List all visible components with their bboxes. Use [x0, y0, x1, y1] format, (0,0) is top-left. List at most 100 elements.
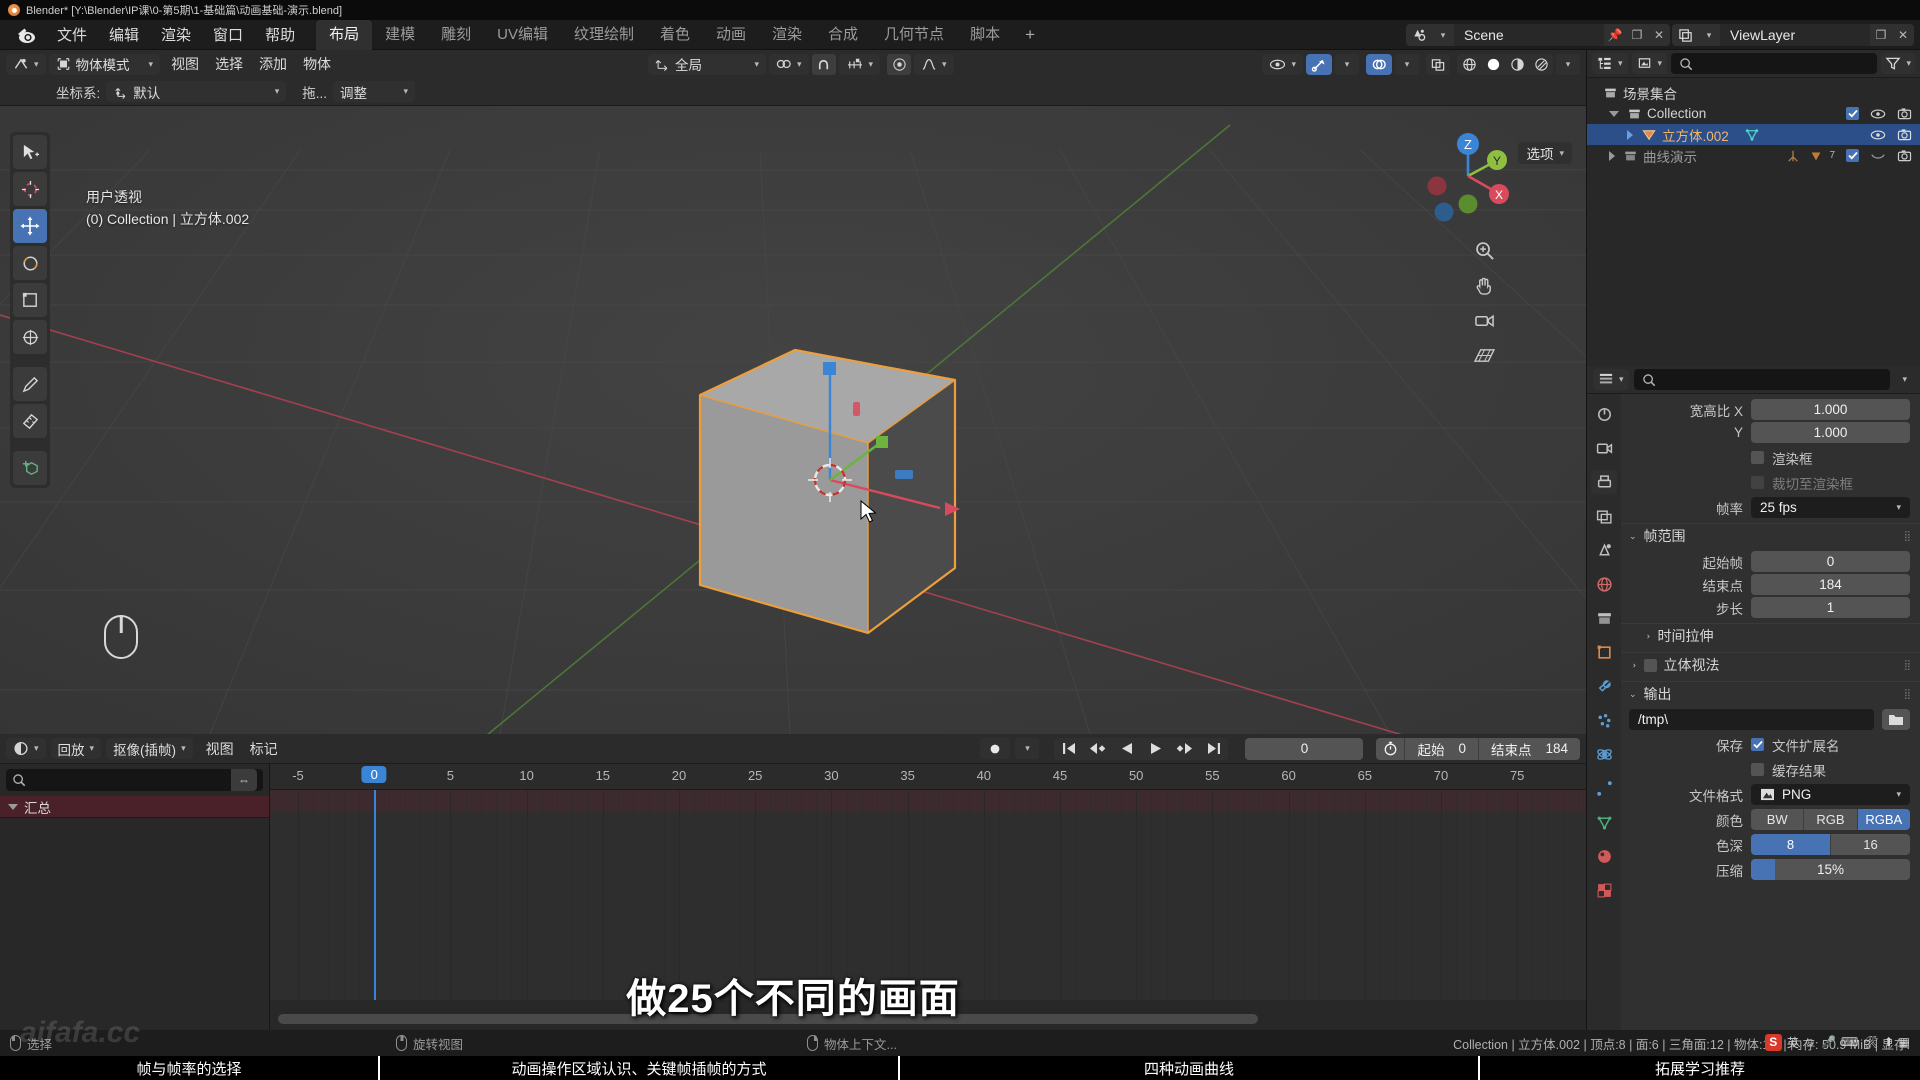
cursor-tool[interactable] [13, 172, 47, 206]
tweak-tool[interactable] [13, 135, 47, 169]
up-icon[interactable]: ⬆ [1884, 1035, 1894, 1049]
ime-logo-icon[interactable]: S [1764, 1033, 1782, 1051]
measure-tool[interactable] [13, 404, 47, 438]
workspace-tab-6[interactable]: 动画 [703, 20, 759, 50]
viewlayer-selector[interactable]: ▾ ViewLayer ❐ ✕ [1672, 24, 1914, 46]
end-frame-field[interactable]: 184 [1751, 574, 1910, 595]
visibility-dropdown[interactable]: ▾ [1262, 53, 1303, 75]
topbar-menu-1[interactable]: 编辑 [98, 21, 150, 48]
jump-to-start-button[interactable] [1054, 737, 1084, 760]
world-tab[interactable] [1591, 572, 1617, 596]
chapter-item-1[interactable]: 动画操作区域认识、关键帧插帧的方式 [380, 1056, 900, 1080]
texture-tab[interactable] [1591, 878, 1617, 902]
constraints-tab[interactable] [1591, 776, 1617, 800]
timeline-menu-1[interactable]: 标记 [242, 739, 286, 759]
play-button[interactable] [1141, 737, 1171, 760]
filter-id-type[interactable]: ▾ [1631, 53, 1668, 74]
scene-name[interactable]: Scene [1454, 24, 1604, 46]
chapter-item-3[interactable]: 拓展学习推荐 [1480, 1056, 1920, 1080]
properties-options-chevron[interactable]: ▾ [1895, 369, 1914, 390]
timeline-menu-0[interactable]: 视图 [198, 739, 242, 759]
viewport-menu-1[interactable]: 选择 [207, 54, 251, 74]
playback-menu[interactable]: 回放 ▾ [50, 738, 102, 759]
modifier-tab[interactable] [1591, 674, 1617, 698]
camera-icon[interactable] [1897, 149, 1912, 162]
drag-value-dropdown[interactable]: 调整 ▾ [333, 81, 416, 102]
editor-type-3dview-icon[interactable]: ▾ [6, 53, 46, 75]
step-field[interactable]: 1 [1751, 597, 1910, 618]
snap-target-dropdown[interactable]: ▾ [768, 53, 809, 75]
mic-icon[interactable]: 🎤 [1821, 1035, 1836, 1049]
navigation-axis-gizmo[interactable]: Z Y X [1422, 130, 1514, 222]
play-reverse-button[interactable] [1112, 737, 1142, 760]
camera-icon[interactable] [1897, 107, 1912, 120]
chapter-item-0[interactable]: 帧与帧率的选择 [0, 1056, 380, 1080]
transform-tool[interactable] [13, 320, 47, 354]
stereoscopy-checkbox[interactable] [1643, 658, 1657, 672]
viewlayer-name[interactable]: ViewLayer [1720, 24, 1870, 46]
checkbox-box[interactable] [1751, 763, 1764, 776]
gizmo-toggle[interactable] [1306, 53, 1332, 75]
object-tab[interactable] [1591, 640, 1617, 664]
compression-slider[interactable]: 15% [1751, 859, 1910, 880]
depth-segmented[interactable]: 8 16 [1751, 834, 1910, 855]
frame-range-section-header[interactable]: ⌄ 帧范围 ⣿ [1621, 523, 1920, 548]
camera-icon[interactable] [1897, 128, 1912, 141]
checkbox-box[interactable] [1751, 451, 1764, 464]
topbar-menu-3[interactable]: 窗口 [202, 21, 254, 48]
scale-tool[interactable] [13, 283, 47, 317]
scene-browse-chevron[interactable]: ▾ [1432, 24, 1454, 46]
outliner-filter-button[interactable]: ▾ [1881, 53, 1915, 74]
properties-search-input[interactable] [1633, 369, 1891, 390]
mesh-data-icon[interactable] [1744, 127, 1760, 142]
time-stretching-section-header[interactable]: ⌄ 时间拉伸 [1621, 623, 1920, 648]
move-tool[interactable] [13, 209, 47, 243]
collection-tab[interactable] [1591, 606, 1617, 630]
chevron-right-icon[interactable] [1627, 129, 1633, 140]
snap-increment-dropdown[interactable]: ▾ [838, 53, 881, 75]
properties-editor-type[interactable]: ▾ [1593, 369, 1629, 390]
shading-modes[interactable] [1457, 53, 1553, 75]
magnet-icon[interactable] [811, 53, 836, 75]
workspace-tab-2[interactable]: 雕刻 [428, 20, 484, 50]
transform-orientation-dropdown[interactable]: 全局 ▾ [647, 53, 766, 75]
chevron-down-icon[interactable] [8, 803, 18, 810]
eye-icon[interactable] [1870, 129, 1886, 141]
jump-to-end-button[interactable] [1199, 737, 1229, 760]
workspace-tab-1[interactable]: 建模 [372, 20, 428, 50]
add-cube-tool[interactable] [13, 451, 47, 485]
cube-object[interactable] [0, 50, 1586, 734]
wireframe-icon[interactable] [1457, 53, 1481, 75]
eye-icon[interactable] [1870, 108, 1886, 120]
outliner-row-curve-demo[interactable]: 曲线演示 7 [1587, 145, 1920, 166]
blender-logo-icon[interactable] [14, 22, 40, 48]
file-extensions-checkbox[interactable]: 文件扩展名 [1751, 735, 1840, 755]
shading-dropdown-chevron[interactable]: ▾ [1556, 53, 1580, 75]
viewlayer-browse-chevron[interactable]: ▾ [1698, 24, 1720, 46]
eye-closed-icon[interactable] [1870, 150, 1886, 162]
object-mode-dropdown[interactable]: 物体模式 ▾ [48, 53, 161, 75]
tool-tab[interactable] [1591, 402, 1617, 426]
viewlayer-new-icon[interactable]: ❐ [1870, 24, 1892, 46]
render-region-checkbox[interactable]: 渲染框 [1751, 448, 1813, 468]
3d-viewport[interactable]: ▾ 物体模式 ▾ 视图 选择 添加 物体 全局 ▾ ▾ ▾ ▾ ▾ ▾ ▾ ▾ … [0, 50, 1586, 734]
current-frame-field[interactable]: 0 [1245, 737, 1364, 760]
folder-icon[interactable] [1882, 709, 1910, 730]
depth-option-8[interactable]: 8 [1751, 834, 1831, 855]
workspace-tab-8[interactable]: 合成 [815, 20, 871, 50]
annotate-tool[interactable] [13, 367, 47, 401]
output-tab[interactable] [1591, 470, 1617, 494]
smiley-icon[interactable]: ☺ [1804, 1035, 1816, 1049]
orientation-value-dropdown[interactable]: 默认 ▾ [106, 81, 287, 102]
collection-checkbox[interactable] [1846, 107, 1859, 120]
material-preview-icon[interactable] [1505, 53, 1529, 75]
outliner-row-collection[interactable]: Collection [1587, 103, 1920, 124]
viewport-menu-2[interactable]: 添加 [251, 54, 295, 74]
overlays-toggle[interactable] [1366, 53, 1392, 75]
channel-summary-row[interactable]: 汇总 [0, 796, 269, 818]
topbar-menu-0[interactable]: 文件 [46, 21, 98, 48]
start-frame-field[interactable]: 起始 0 [1404, 737, 1478, 760]
keying-menu[interactable]: 抠像(插帧) ▾ [106, 738, 193, 759]
frame-range-group[interactable]: 起始 0 结束点 184 [1376, 737, 1580, 760]
properties-editor[interactable]: ▾ ▾ 宽高比 X 1.000 Y 1.000 渲染框 裁切至渲染框 帧率 25… [1586, 366, 1920, 1030]
